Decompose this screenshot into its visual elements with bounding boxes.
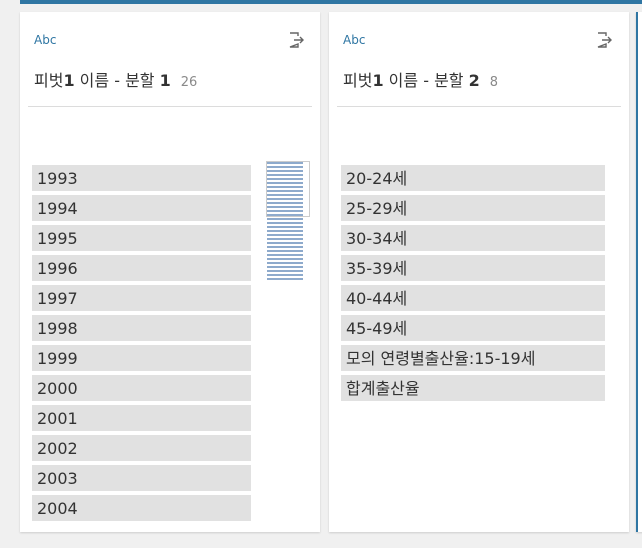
value-item[interactable]: 2000	[32, 375, 251, 401]
distinct-count: 26	[180, 75, 198, 90]
selection-bar	[20, 0, 642, 4]
histogram-bar	[267, 202, 303, 204]
value-item[interactable]: 1999	[32, 345, 251, 371]
value-item[interactable]: 1993	[32, 165, 251, 191]
histogram-bar	[267, 206, 303, 208]
histogram-bar	[267, 254, 303, 256]
histogram-bar	[267, 186, 303, 188]
histogram-bar	[267, 250, 303, 252]
field-card-partial[interactable]	[636, 12, 642, 532]
data-type-label: Abc	[34, 33, 57, 47]
value-item[interactable]: 40-44세	[341, 285, 605, 311]
data-type-label: Abc	[343, 33, 366, 47]
histogram-bar	[267, 234, 303, 236]
field-card-split-1[interactable]: Abc 피벗1 이름 - 분할 1 26 1993 1994 1995 1996 …	[20, 12, 320, 532]
histogram-bar	[267, 222, 303, 224]
histogram-bar	[267, 230, 303, 232]
value-item[interactable]: 1995	[32, 225, 251, 251]
field-card-split-2[interactable]: Abc 피벗1 이름 - 분할 28 20-24세 25-29세 30-34세 …	[329, 12, 629, 532]
histogram-bar	[267, 162, 303, 164]
histogram-bar	[267, 218, 303, 220]
histogram-bar	[267, 278, 303, 280]
header-divider	[28, 106, 312, 107]
histogram-bar	[267, 246, 303, 248]
histogram-bar	[267, 266, 303, 268]
histogram-bar	[267, 274, 303, 276]
value-item[interactable]: 2002	[32, 435, 251, 461]
histogram-bar	[267, 170, 303, 172]
histogram-bar	[267, 226, 303, 228]
value-item[interactable]: 1997	[32, 285, 251, 311]
export-icon[interactable]	[287, 31, 305, 49]
histogram-bar	[267, 262, 303, 264]
histogram-bar	[267, 214, 303, 216]
value-list: 20-24세 25-29세 30-34세 35-39세 40-44세 45-49…	[341, 165, 605, 405]
value-item[interactable]: 35-39세	[341, 255, 605, 281]
profile-pane: Abc 피벗1 이름 - 분할 1 26 1993 1994 1995 1996 …	[0, 0, 642, 548]
histogram-bar	[267, 198, 303, 200]
value-item[interactable]: 2003	[32, 465, 251, 491]
histogram-bar	[267, 210, 303, 212]
field-name[interactable]: 피벗1 이름 - 분할 28	[343, 67, 498, 91]
histogram-bar	[267, 242, 303, 244]
value-item[interactable]: 20-24세	[341, 165, 605, 191]
value-item[interactable]: 모의 연령별출산율:15-19세	[341, 345, 605, 371]
value-list: 1993 1994 1995 1996 1997 1998 1999 2000 …	[32, 165, 251, 525]
histogram-bar	[267, 174, 303, 176]
header-divider	[337, 106, 621, 107]
value-item[interactable]: 1996	[32, 255, 251, 281]
value-item[interactable]: 2001	[32, 405, 251, 431]
distinct-count: 8	[489, 75, 499, 90]
histogram-bar	[267, 258, 303, 260]
histogram-bar	[267, 190, 303, 192]
value-item[interactable]: 30-34세	[341, 225, 605, 251]
histogram-bar	[267, 238, 303, 240]
export-icon[interactable]	[595, 31, 613, 49]
histogram-bar	[267, 178, 303, 180]
value-item[interactable]: 25-29세	[341, 195, 605, 221]
value-item[interactable]: 합계출산율	[341, 375, 605, 401]
value-item[interactable]: 2004	[32, 495, 251, 521]
histogram-bar	[267, 270, 303, 272]
value-item[interactable]: 1998	[32, 315, 251, 341]
histogram-bar	[267, 166, 303, 168]
histogram-bar	[267, 182, 303, 184]
histogram-bars	[267, 162, 303, 282]
value-item[interactable]: 45-49세	[341, 315, 605, 341]
field-name[interactable]: 피벗1 이름 - 분할 1 26	[34, 67, 197, 91]
histogram-bar	[267, 194, 303, 196]
value-item[interactable]: 1994	[32, 195, 251, 221]
